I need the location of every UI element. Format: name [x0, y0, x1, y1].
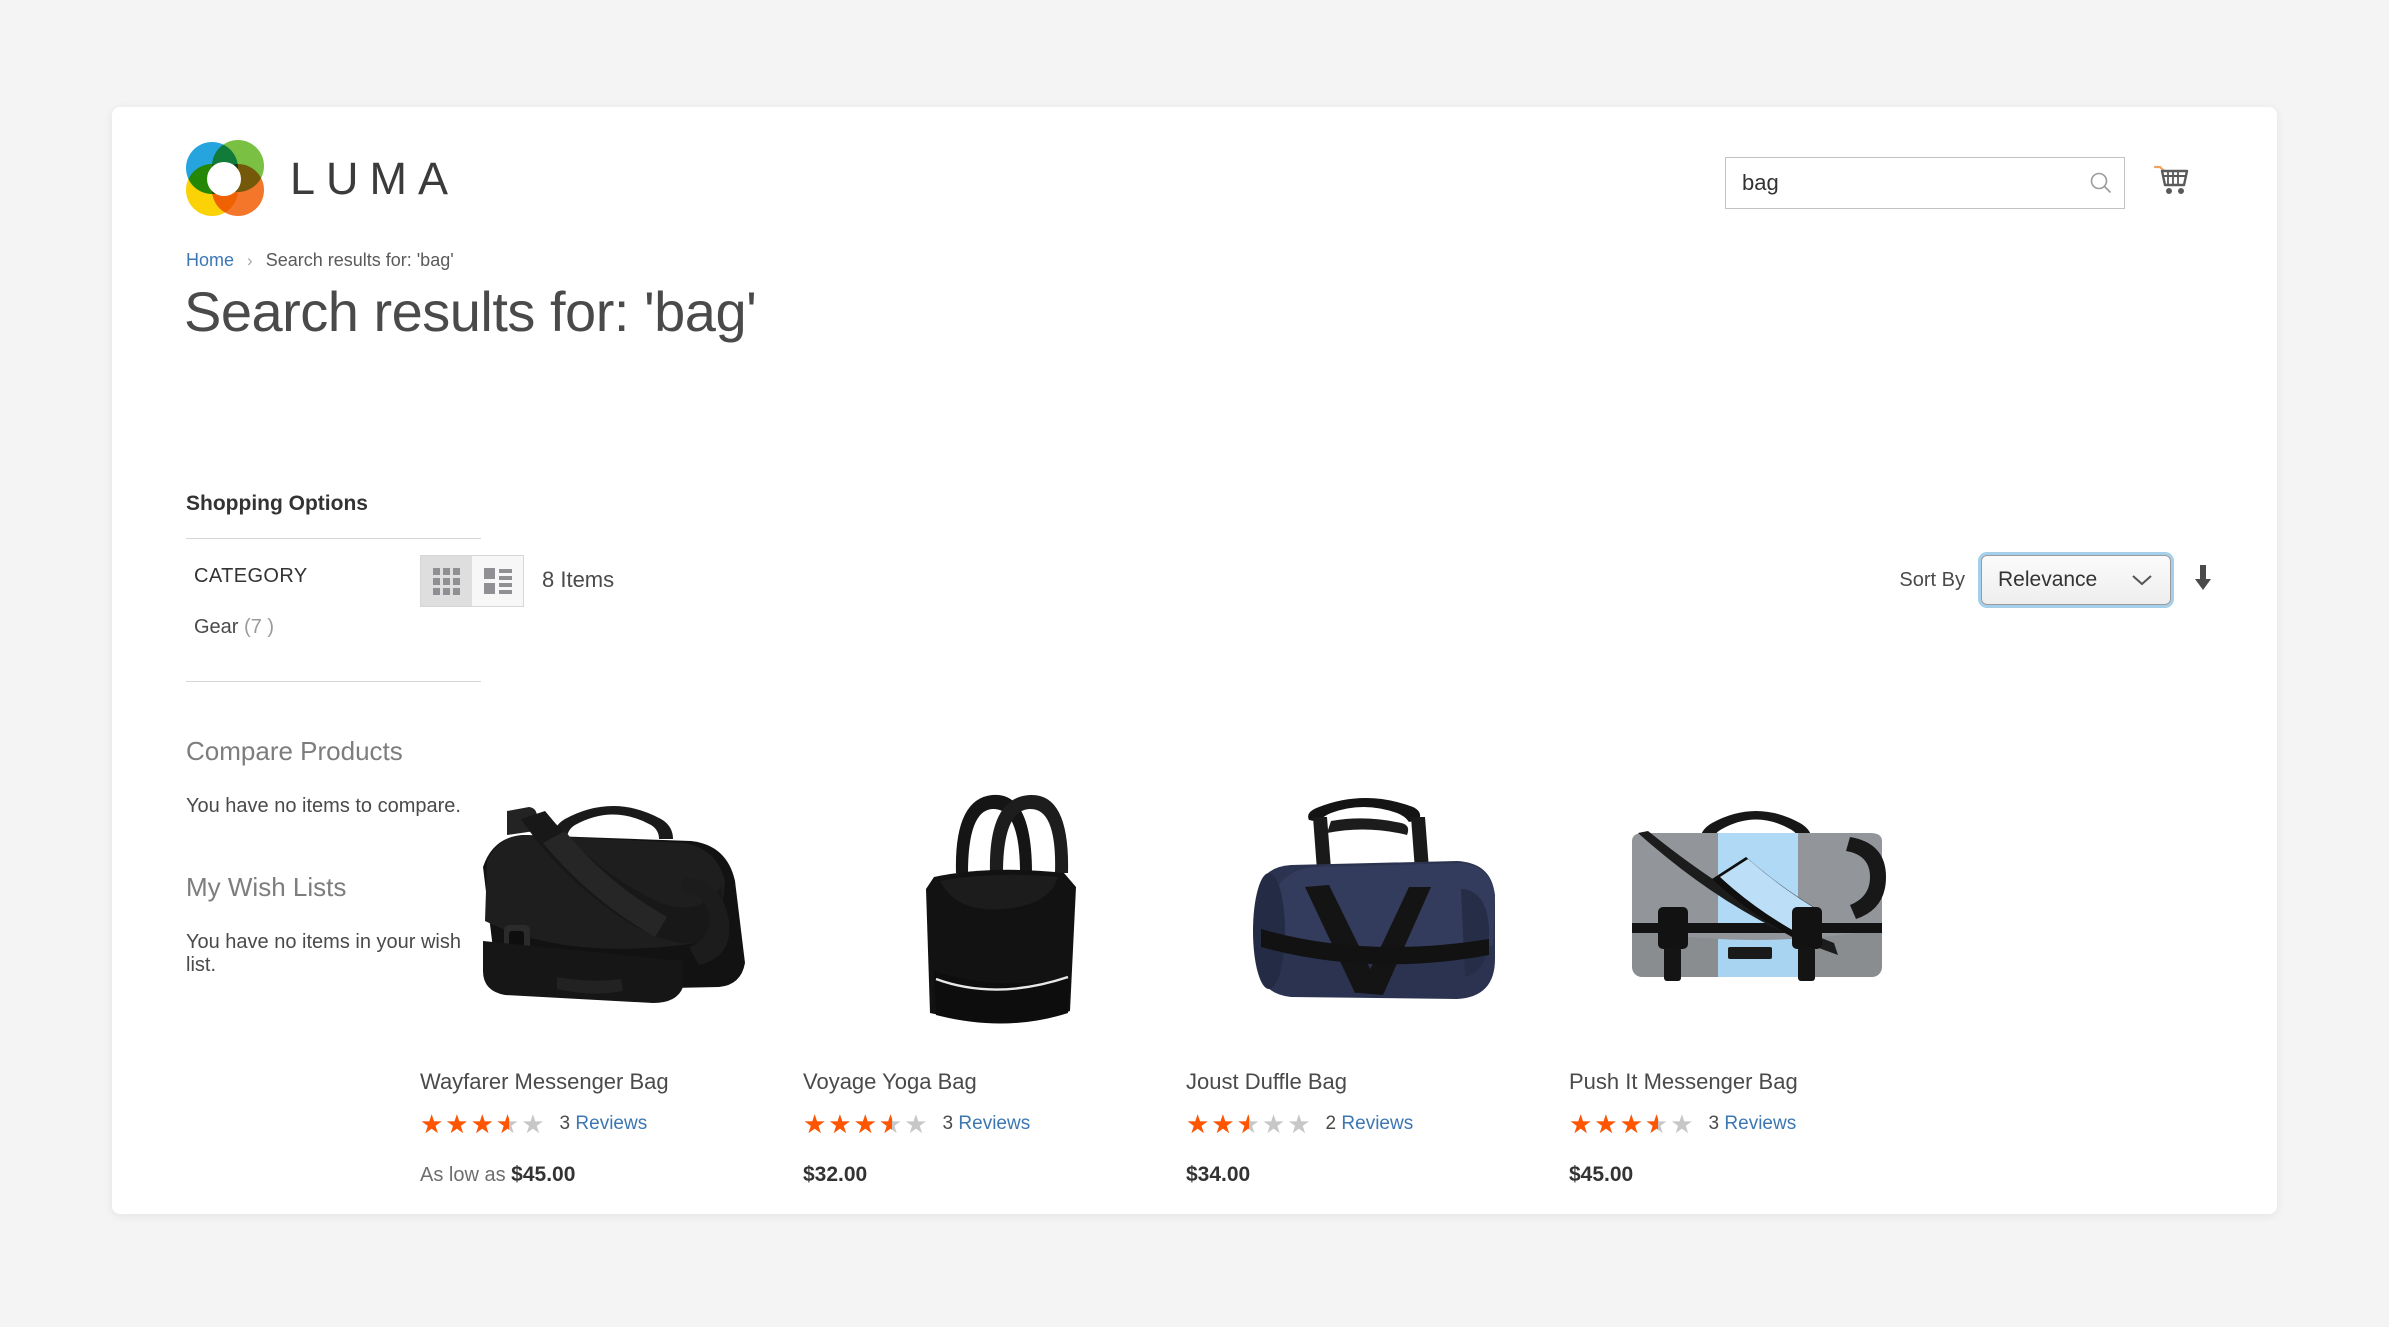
reviews-link[interactable]: 2 Reviews: [1326, 1113, 1414, 1135]
product-rating[interactable]: ★★★★★ ★★★★★ 2 Reviews: [1186, 1111, 1569, 1137]
product-name[interactable]: Voyage Yoga Bag: [803, 1069, 1186, 1095]
price-value: $32.00: [803, 1163, 868, 1186]
star-rating-icon: ★★★★★ ★★★★★: [420, 1109, 547, 1139]
reviews-label: Reviews: [575, 1113, 648, 1134]
page-card: LUMA Home: [112, 107, 2277, 1214]
sort-by-select[interactable]: Relevance: [1981, 555, 2171, 605]
search-box[interactable]: [1725, 157, 2125, 209]
product-price: As low as $45.00: [420, 1163, 803, 1187]
product-price: $32.00: [803, 1163, 1186, 1187]
list-view-button[interactable]: [472, 556, 523, 606]
filter-option-gear[interactable]: Gear (7 ): [186, 610, 481, 639]
products-toolbar: 8 Items Sort By Relevance: [420, 555, 2215, 607]
chevron-down-icon: [2130, 572, 2154, 593]
reviews-count: 3: [1708, 1113, 1720, 1134]
search-icon[interactable]: [2078, 170, 2124, 196]
reviews-count: 2: [1325, 1113, 1337, 1134]
filter-option-count: (7 ): [244, 616, 275, 638]
product-name[interactable]: Wayfarer Messenger Bag: [420, 1069, 803, 1095]
sort-by-label: Sort By: [1899, 568, 1965, 591]
breadcrumb: Home › Search results for: 'bag': [186, 250, 454, 271]
items-count: 8 Items: [542, 567, 615, 592]
reviews-link[interactable]: 3 Reviews: [943, 1113, 1031, 1135]
filter-category-label: CATEGORY: [194, 565, 308, 587]
product-rating[interactable]: ★★★★★ ★★★★★ 3 Reviews: [420, 1111, 803, 1137]
shopping-cart-icon[interactable]: [2151, 161, 2193, 208]
page-title: Search results for: 'bag': [184, 280, 757, 343]
reviews-label: Reviews: [958, 1113, 1031, 1134]
luma-rings-logo-icon: [186, 140, 264, 216]
product-image-black-messenger-bag[interactable]: [420, 677, 803, 1047]
reviews-link[interactable]: 3 Reviews: [1709, 1113, 1797, 1135]
product-rating[interactable]: ★★★★★ ★★★★★ 3 Reviews: [803, 1111, 1186, 1137]
site-header: LUMA: [112, 107, 2277, 257]
shopping-options-title: Shopping Options: [186, 492, 481, 539]
reviews-label: Reviews: [1724, 1113, 1797, 1134]
reviews-count: 3: [942, 1113, 954, 1134]
product-image-navy-duffle-bag[interactable]: [1186, 677, 1569, 1047]
search-input[interactable]: [1726, 170, 2078, 196]
product-price: $45.00: [1569, 1163, 1952, 1187]
view-mode-switch: [420, 555, 524, 607]
breadcrumb-current: Search results for: 'bag': [265, 250, 454, 270]
brand-name: LUMA: [290, 152, 460, 204]
sort-direction-arrow-down-icon[interactable]: [2191, 563, 2215, 598]
product-card[interactable]: Push It Messenger Bag ★★★★★ ★★★★★ 3 Revi…: [1569, 677, 1952, 1187]
product-image-black-tote-bag[interactable]: [803, 677, 1186, 1047]
price-value: $45.00: [511, 1163, 576, 1186]
star-rating-icon: ★★★★★ ★★★★★: [1569, 1109, 1696, 1139]
breadcrumb-separator-icon: ›: [247, 250, 253, 270]
price-value: $34.00: [1186, 1163, 1251, 1186]
product-card[interactable]: Wayfarer Messenger Bag ★★★★★ ★★★★★ 3 Rev…: [420, 677, 803, 1187]
product-card[interactable]: Voyage Yoga Bag ★★★★★ ★★★★★ 3 Reviews $3…: [803, 677, 1186, 1187]
reviews-link[interactable]: 3 Reviews: [560, 1113, 648, 1135]
product-grid: Wayfarer Messenger Bag ★★★★★ ★★★★★ 3 Rev…: [420, 677, 2237, 1187]
star-rating-icon: ★★★★★ ★★★★★: [1186, 1109, 1313, 1139]
product-name[interactable]: Push It Messenger Bag: [1569, 1069, 1952, 1095]
list-view-icon: [483, 568, 512, 594]
reviews-label: Reviews: [1341, 1113, 1414, 1134]
sort-by-group: Sort By Relevance: [1899, 555, 2215, 605]
grid-view-icon: [433, 567, 460, 595]
filter-option-label: Gear: [194, 616, 239, 638]
star-rating-icon: ★★★★★ ★★★★★: [803, 1109, 930, 1139]
logo[interactable]: LUMA: [186, 140, 459, 216]
grid-view-button[interactable]: [421, 556, 472, 606]
product-rating[interactable]: ★★★★★ ★★★★★ 3 Reviews: [1569, 1111, 1952, 1137]
product-price: $34.00: [1186, 1163, 1569, 1187]
price-prefix: As low as: [420, 1164, 506, 1186]
sort-by-value: Relevance: [1998, 568, 2098, 591]
price-value: $45.00: [1569, 1163, 1634, 1186]
product-image-gray-blue-messenger-bag[interactable]: [1569, 677, 1952, 1047]
breadcrumb-home-link[interactable]: Home: [186, 250, 234, 271]
reviews-count: 3: [559, 1113, 571, 1134]
product-card[interactable]: Joust Duffle Bag ★★★★★ ★★★★★ 2 Reviews $…: [1186, 677, 1569, 1187]
product-name[interactable]: Joust Duffle Bag: [1186, 1069, 1569, 1095]
